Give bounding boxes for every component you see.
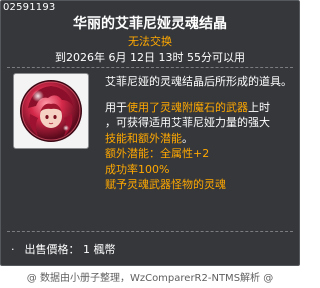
description-text: 。	[182, 131, 193, 145]
price-label: 出售價格：	[24, 243, 80, 256]
description-text: 用于	[105, 100, 127, 114]
description-text: 上时	[248, 100, 270, 114]
description-line: ，可获得适用艾菲尼娅力量的强大	[105, 116, 270, 129]
description-highlight: 使用了灵魂附魔石的武器	[127, 100, 248, 114]
description-gap	[105, 90, 297, 100]
divider	[7, 231, 293, 232]
description-line: 用于使用了灵魂附魔石的武器上时	[105, 100, 297, 116]
description-line: 艾菲尼娅的灵魂结晶后所形成的道具。	[105, 75, 292, 88]
soul-crystal-icon	[20, 80, 82, 142]
description-highlight: 技能和额外潜能	[105, 131, 182, 145]
expiry-date: 到2026年 6月 12日 13时 55分可以用	[55, 51, 245, 64]
success-rate-line: 成功率100%	[105, 162, 170, 176]
item-name: 华丽的艾菲尼娅灵魂结晶	[73, 16, 227, 32]
item-id: 02591193	[3, 2, 56, 13]
price-value: 1 楓幣	[83, 243, 116, 256]
bullet-icon: ·	[11, 243, 15, 256]
description-line: 赋予灵魂武器怪物的灵魂	[105, 178, 226, 191]
item-icon-frame	[13, 73, 89, 149]
description-line: 技能和额外潜能。	[105, 131, 297, 147]
extra-potential-line: 额外潜能：全属性+2	[105, 147, 210, 160]
footer-credit: @ 数据由小册子整理，WzComparerR2-NTMS解析 @	[26, 273, 274, 284]
item-tooltip: 02591193 华丽的艾菲尼娅灵魂结晶 无法交换 到2026年 6月 12日 …	[0, 0, 300, 266]
tradability-label: 无法交换	[128, 35, 172, 48]
sell-price: · 出售價格： 1 楓幣	[11, 241, 116, 257]
item-description: 艾菲尼娅的灵魂结晶后所形成的道具。 用于使用了灵魂附魔石的武器上时 ，可获得适用…	[105, 74, 297, 193]
divider	[7, 67, 293, 68]
